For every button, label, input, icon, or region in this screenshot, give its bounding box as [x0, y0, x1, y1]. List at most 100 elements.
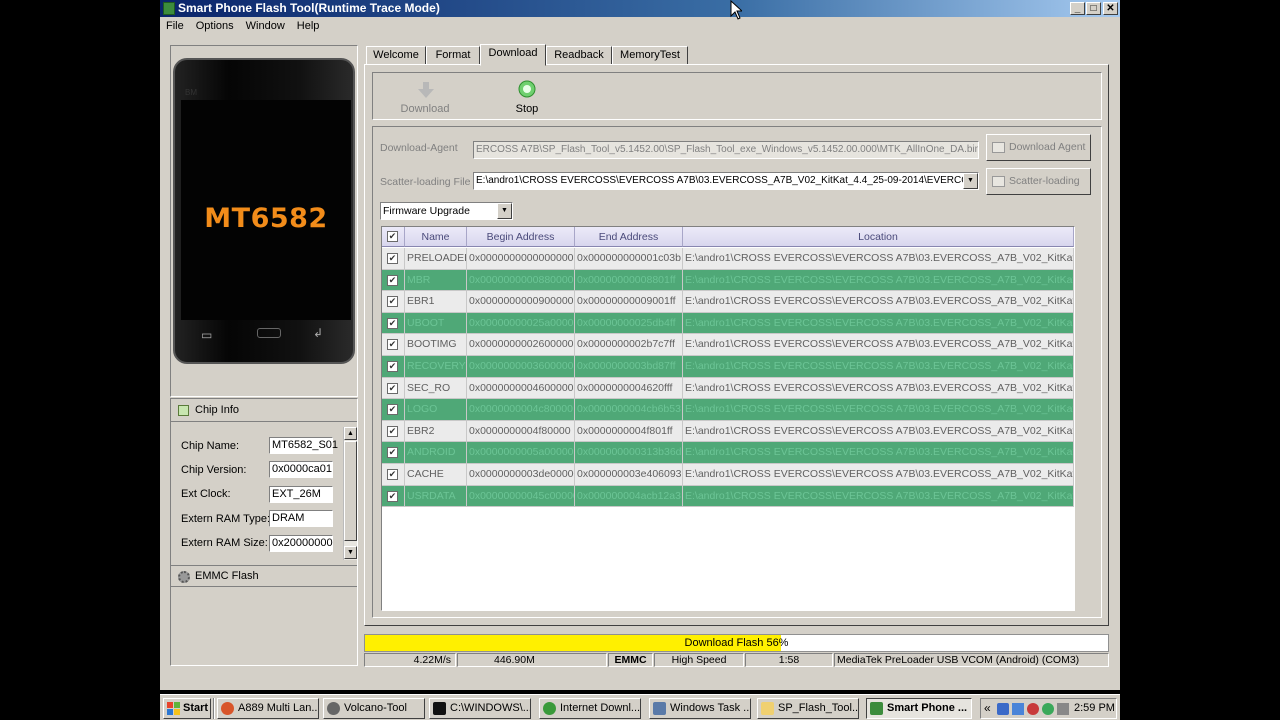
partition-checkbox[interactable]: ✔ — [387, 382, 398, 394]
download-button[interactable]: Download — [395, 77, 455, 117]
phone-image: BM MT6582 ▭ ↲ — [173, 58, 355, 364]
partition-checkbox[interactable]: ✔ — [387, 253, 398, 264]
partition-checkbox[interactable]: ✔ — [387, 339, 398, 351]
display-icon[interactable] — [1012, 703, 1024, 715]
partition-checkbox[interactable]: ✔ — [387, 469, 398, 480]
menu-window[interactable]: Window — [240, 17, 291, 35]
select-all-checkbox[interactable]: ✔ — [387, 231, 398, 242]
table-row[interactable]: ✔ UBOOT 0x00000000025a0000 0x00000000025db4… — [382, 312, 1074, 335]
row-checkbox-cell: ✔ — [382, 464, 405, 486]
download-agent-button[interactable]: Download Agent — [986, 134, 1091, 161]
table-row[interactable]: ✔ PRELOADER 0x0000000000000000 0x0000000000… — [382, 248, 1074, 270]
partition-checkbox[interactable]: ✔ — [387, 317, 398, 329]
minimize-button[interactable]: _ — [1070, 2, 1085, 15]
table-row[interactable]: ✔ SEC_RO 0x0000000004600000 0x0000000004620… — [382, 377, 1074, 400]
table-row[interactable]: ✔ EBR1 0x0000000000900000 0x00000000009001f… — [382, 291, 1074, 313]
table-row[interactable]: ✔ MBR 0x0000000000880000 0x00000000008801ff… — [382, 269, 1074, 292]
scroll-thumb[interactable] — [344, 441, 357, 541]
partition-checkbox[interactable]: ✔ — [387, 361, 398, 372]
tab-readback[interactable]: Readback — [546, 46, 612, 65]
task-volcano[interactable]: Volcano-Tool — [323, 698, 425, 719]
partition-checkbox[interactable]: ✔ — [387, 425, 398, 437]
partition-location: E:\andro1\CROSS EVERCOSS\EVERCOSS A7B\03… — [683, 399, 1074, 421]
clock[interactable]: 2:59 PM — [1074, 702, 1115, 714]
stop-button[interactable]: Stop — [497, 77, 557, 117]
menu-options[interactable]: Options — [190, 17, 240, 35]
partition-checkbox[interactable]: ✔ — [387, 490, 398, 502]
chip-name-field[interactable]: MT6582_S01 — [269, 437, 338, 454]
scatter-file-select[interactable]: E:\andro1\CROSS EVERCOSS\EVERCOSS A7B\03… — [473, 172, 979, 190]
partition-checkbox[interactable]: ✔ — [387, 296, 398, 308]
windows-logo-icon — [167, 702, 180, 715]
partition-name: RECOVERY — [405, 356, 467, 378]
scroll-up-button[interactable]: ▲ — [344, 427, 357, 440]
tab-format[interactable]: Format — [426, 46, 480, 65]
scatter-loading-button-label: Scatter-loading — [1009, 175, 1080, 187]
partition-name: USRDATA — [405, 485, 467, 508]
emmc-flash-header[interactable]: EMMC Flash — [171, 565, 357, 587]
download-mode-select[interactable]: Firmware Upgrade ▼ — [380, 202, 513, 220]
tray-expand-icon[interactable]: « — [984, 701, 991, 715]
partition-checkbox[interactable]: ✔ — [387, 447, 398, 459]
scatter-loading-button[interactable]: Scatter-loading — [986, 168, 1091, 195]
scroll-down-button[interactable]: ▼ — [344, 546, 357, 559]
menu-file[interactable]: File — [160, 17, 190, 35]
column-header-end[interactable]: End Address — [575, 227, 683, 247]
table-row[interactable]: ✔ LOGO 0x0000000004c80000 0x0000000004cb6b5… — [382, 399, 1074, 421]
folder-icon — [761, 702, 774, 715]
table-row[interactable]: ✔ RECOVERY 0x0000000003600000 0x0000000003b… — [382, 356, 1074, 378]
begin-address: 0x0000000004f80000 — [467, 420, 575, 443]
task-taskmgr[interactable]: Windows Task ... — [649, 698, 751, 719]
download-agent-path[interactable]: ERCOSS A7B\SP_Flash_Tool_v5.1452.00\SP_F… — [473, 141, 979, 159]
table-row[interactable]: ✔ EBR2 0x0000000004f80000 0x0000000004f801f… — [382, 420, 1074, 443]
close-button[interactable]: ✕ — [1103, 2, 1118, 15]
tab-memorytest[interactable]: MemoryTest — [612, 46, 688, 65]
task-label: Volcano-Tool — [344, 702, 407, 714]
chip-version-field[interactable]: 0x0000ca01 — [269, 461, 333, 478]
title-bar[interactable]: Smart Phone Flash Tool(Runtime Trace Mod… — [160, 0, 1120, 17]
home-key-icon — [257, 328, 281, 338]
begin-address: 0x0000000003600000 — [467, 356, 575, 378]
tab-download[interactable]: Download — [480, 44, 546, 66]
partition-location: E:\andro1\CROSS EVERCOSS\EVERCOSS A7B\03… — [683, 356, 1074, 378]
row-checkbox-cell: ✔ — [382, 420, 405, 443]
task-a889[interactable]: A889 Multi Lan... — [217, 698, 319, 719]
partition-checkbox[interactable]: ✔ — [387, 404, 398, 416]
ram-type-field[interactable]: DRAM — [269, 510, 333, 527]
column-header-name[interactable]: Name — [405, 227, 467, 247]
chip-info-scrollbar[interactable]: ▲ ▼ — [343, 427, 357, 560]
maximize-button[interactable]: □ — [1086, 2, 1101, 15]
network-icon[interactable] — [997, 703, 1009, 715]
table-row[interactable]: ✔ USRDATA 0x00000000045c00000 0x000000004ac… — [382, 485, 1074, 508]
row-checkbox-cell: ✔ — [382, 269, 405, 292]
table-row[interactable]: ✔ BOOTIMG 0x0000000002600000 0x0000000002b7… — [382, 334, 1074, 356]
menu-help[interactable]: Help — [291, 17, 326, 35]
start-button[interactable]: Start — [163, 698, 211, 719]
tab-welcome[interactable]: Welcome — [366, 46, 426, 65]
volume-icon[interactable] — [1057, 703, 1069, 715]
chip-name-label: Chip Name: — [181, 440, 240, 452]
stop-label: Stop — [515, 103, 539, 115]
chip-info-header[interactable]: Chip Info — [171, 399, 357, 422]
end-address: 0x000000003e406093 — [575, 464, 683, 486]
task-sp-flash-folder[interactable]: SP_Flash_Tool... — [757, 698, 859, 719]
ext-clock-field[interactable]: EXT_26M — [269, 486, 333, 503]
chevron-down-icon[interactable]: ▼ — [963, 173, 978, 189]
table-row[interactable]: ✔ CACHE 0x0000000003de00000 0x000000003e406… — [382, 464, 1074, 486]
chip-info-panel: Chip Info Chip Name: MT6582_S01 Chip Ver… — [170, 398, 358, 666]
update-icon[interactable] — [1042, 703, 1054, 715]
scatter-file-label: Scatter-loading File — [380, 176, 471, 188]
task-smart-phone-flash[interactable]: Smart Phone ... — [866, 698, 972, 719]
ram-size-field[interactable]: 0x20000000 — [269, 535, 333, 552]
table-row[interactable]: ✔ ANDROID 0x0000000005a00000 0x000000000313… — [382, 442, 1074, 464]
app-icon — [163, 2, 175, 15]
chevron-down-icon[interactable]: ▼ — [497, 203, 512, 219]
column-header-location[interactable]: Location — [683, 227, 1074, 247]
task-idm[interactable]: Internet Downl... — [539, 698, 641, 719]
partition-checkbox[interactable]: ✔ — [387, 274, 398, 286]
security-icon[interactable] — [1027, 703, 1039, 715]
select-all-header[interactable]: ✔ — [382, 227, 405, 247]
task-cmd[interactable]: C:\WINDOWS\... — [429, 698, 531, 719]
phone-screen: MT6582 — [181, 100, 351, 320]
column-header-begin[interactable]: Begin Address — [467, 227, 575, 247]
